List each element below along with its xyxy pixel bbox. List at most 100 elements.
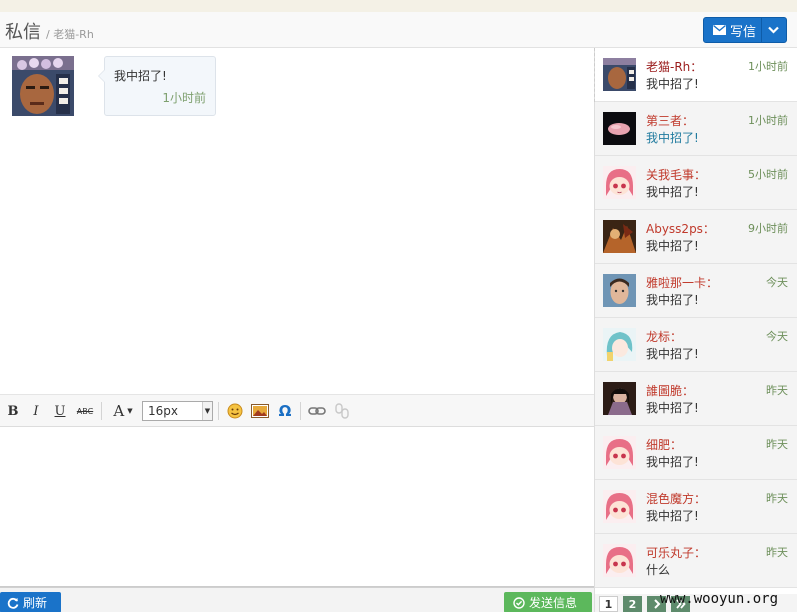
font-size-select[interactable]: 16px ▼	[142, 401, 213, 421]
contact-avatar	[603, 382, 636, 415]
underline-button[interactable]: U	[51, 401, 69, 421]
page-header: 私信 / 老猫-Rh 写信	[0, 12, 797, 48]
write-message-main[interactable]: 写信	[704, 21, 761, 40]
contact-message: 我中招了!	[646, 77, 699, 91]
write-message-button[interactable]: 写信	[703, 17, 787, 43]
anime-girl-avatar-image	[603, 544, 636, 577]
font-color-button[interactable]: A ▼	[108, 401, 138, 421]
toolbar-divider	[218, 402, 219, 420]
contact-message: 我中招了!	[646, 347, 699, 361]
contact-item[interactable]: Abyss2ps： 9小时前 我中招了!	[595, 210, 797, 264]
dark-figure-avatar-image	[603, 382, 636, 415]
page-2-button[interactable]: 2	[623, 596, 642, 612]
caret-down-icon: ▼	[202, 402, 212, 420]
top-strip	[0, 0, 797, 12]
contact-item[interactable]: 雅啦那一卡： 今天 我中招了!	[595, 264, 797, 318]
contact-name: 老猫-Rh：	[646, 60, 703, 74]
contact-avatar	[603, 220, 636, 253]
font-size-value: 16px	[148, 404, 178, 418]
contact-time: 9小时前	[748, 222, 788, 235]
contact-item[interactable]: 关我毛事： 5小时前 我中招了!	[595, 156, 797, 210]
smiley-icon	[227, 403, 243, 419]
contact-message: 我中招了!	[646, 455, 699, 469]
anime-character-avatar-image	[603, 328, 636, 361]
watermark: www.wooyun.org	[660, 591, 779, 607]
link-icon	[308, 407, 326, 415]
fantasy-art-avatar-image	[603, 220, 636, 253]
contact-name: 关我毛事：	[646, 168, 707, 182]
contact-time: 1小时前	[748, 60, 788, 73]
contact-message: 我中招了!	[646, 293, 699, 307]
contact-name: 雅啦那一卡：	[646, 276, 719, 290]
contact-name: 细肥：	[646, 438, 683, 452]
contact-item[interactable]: 混色魔方： 昨天 我中招了!	[595, 480, 797, 534]
envelope-icon	[713, 25, 726, 35]
message-editor[interactable]	[0, 427, 594, 587]
contact-time: 今天	[766, 276, 788, 289]
contact-avatar	[603, 544, 636, 577]
contact-item[interactable]: 老猫-Rh： 1小时前 我中招了!	[595, 48, 797, 102]
chevron-down-icon	[768, 26, 780, 34]
insert-image-button[interactable]	[250, 401, 270, 421]
contact-message: 我中招了!	[646, 131, 699, 145]
contact-name: 誰圖脆：	[646, 384, 695, 398]
portrait-avatar-image	[603, 58, 636, 91]
contact-time: 5小时前	[748, 168, 788, 181]
italic-button[interactable]: I	[27, 401, 45, 421]
conversation-panel: 我中招了! 1小时前	[0, 48, 594, 394]
contact-name: 第三者：	[646, 114, 695, 128]
contact-name: Abyss2ps：	[646, 222, 715, 236]
contact-item[interactable]: 细肥： 昨天 我中招了!	[595, 426, 797, 480]
page-1-button[interactable]: 1	[599, 596, 618, 612]
check-circle-icon	[513, 596, 525, 609]
contact-name: 可乐丸子：	[646, 546, 707, 560]
contact-time: 昨天	[766, 384, 788, 397]
contact-name: 混色魔方：	[646, 492, 707, 506]
refresh-icon	[7, 597, 19, 609]
contact-message: 我中招了!	[646, 401, 699, 415]
editor-footer: 刷新 发送信息	[0, 587, 594, 612]
toolbar-divider	[300, 402, 301, 420]
contact-name: 龙标：	[646, 330, 683, 344]
font-color-glyph: A	[113, 402, 125, 420]
anime-girl-avatar-image	[603, 490, 636, 523]
bold-button[interactable]: B	[4, 401, 22, 421]
pink-blob-avatar-image	[603, 112, 636, 145]
contact-item[interactable]: 可乐丸子： 昨天 什么	[595, 534, 797, 588]
contact-message: 我中招了!	[646, 239, 699, 253]
contact-avatar	[603, 112, 636, 145]
message-bubble: 我中招了! 1小时前	[98, 56, 216, 116]
contact-message: 什么	[646, 563, 671, 577]
special-char-button[interactable]: Ω	[276, 401, 294, 421]
strikethrough-button[interactable]: ABC	[74, 401, 96, 421]
contact-avatar	[603, 58, 636, 91]
contact-avatar	[603, 328, 636, 361]
conversation-partner: / 老猫-Rh	[46, 28, 94, 41]
contact-time: 今天	[766, 330, 788, 343]
send-message-button[interactable]: 发送信息	[504, 592, 592, 612]
contact-item[interactable]: 龙标： 今天 我中招了!	[595, 318, 797, 372]
contact-item[interactable]: 第三者： 1小时前 我中招了!	[595, 102, 797, 156]
message-text: 我中招了!	[114, 69, 167, 83]
page-title: 私信	[5, 22, 41, 43]
contact-time: 昨天	[766, 546, 788, 559]
refresh-button[interactable]: 刷新	[0, 592, 61, 612]
write-message-label: 写信	[730, 24, 757, 40]
toolbar-divider	[101, 402, 102, 420]
contact-avatar	[603, 274, 636, 307]
editor-toolbar: B I U ABC A ▼ 16px ▼ Ω	[0, 394, 594, 427]
photo-face-avatar-image	[603, 274, 636, 307]
write-dropdown-toggle[interactable]	[760, 18, 786, 42]
emoji-button[interactable]	[226, 401, 244, 421]
contact-message: 我中招了!	[646, 185, 699, 199]
refresh-label: 刷新	[23, 596, 48, 610]
contact-time: 昨天	[766, 492, 788, 505]
anime-girl-avatar-image	[603, 166, 636, 199]
sender-avatar[interactable]	[12, 56, 74, 116]
contact-item[interactable]: 誰圖脆： 昨天 我中招了!	[595, 372, 797, 426]
image-icon	[251, 404, 269, 418]
insert-link-button[interactable]	[307, 401, 327, 421]
caret-down-icon: ▼	[127, 407, 133, 415]
remove-link-button[interactable]	[333, 401, 351, 421]
message-time: 1小时前	[162, 91, 206, 105]
